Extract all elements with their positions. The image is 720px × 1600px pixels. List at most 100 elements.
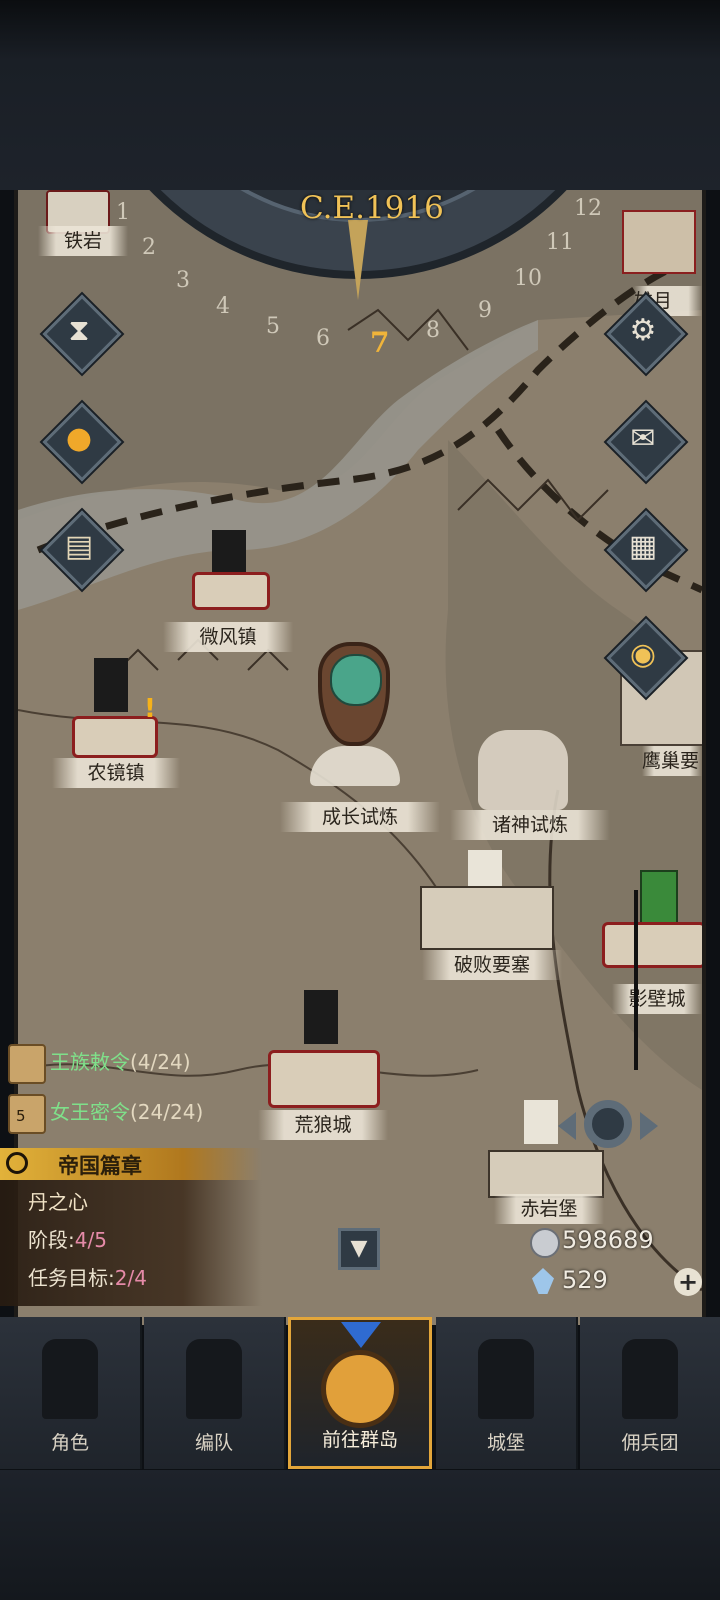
scroll-map-button[interactable]: ▤ bbox=[42, 510, 122, 590]
hourglass-icon: ⧗ bbox=[68, 313, 90, 348]
tab-go-to-islands[interactable]: 前往群岛 bbox=[288, 1317, 432, 1469]
tab-label: 角色 bbox=[50, 1432, 89, 1454]
calendar-month-12: 12 bbox=[574, 196, 602, 221]
town-building-icon bbox=[192, 572, 270, 610]
locate-button[interactable] bbox=[556, 1096, 660, 1164]
calendar-month-4: 4 bbox=[216, 294, 230, 319]
islands-globe-icon bbox=[321, 1350, 399, 1428]
town-weifeng-icon[interactable] bbox=[186, 530, 270, 610]
town-huanglang-icon[interactable] bbox=[268, 990, 380, 1110]
black-banner-icon bbox=[94, 658, 128, 712]
quest-name: 女王密令 bbox=[50, 1100, 130, 1124]
castle-icon bbox=[478, 1339, 534, 1419]
goal-label: 任务目标: bbox=[28, 1266, 115, 1290]
scroll-map-icon: ▤ bbox=[64, 529, 94, 564]
calendar-era: C.E.1916 bbox=[300, 190, 444, 226]
quest-name: 王族敕令 bbox=[50, 1050, 130, 1074]
quest-text: 王族敕令(4/24) bbox=[50, 1042, 191, 1082]
town-label-yingbi[interactable]: 影壁城 bbox=[612, 984, 702, 1014]
quest-count: (24/24) bbox=[130, 1100, 204, 1124]
money-bag-icon: ● bbox=[65, 421, 93, 456]
chapter-goal: 任务目标:2/4 bbox=[28, 1262, 147, 1291]
silver-coin-icon bbox=[530, 1228, 560, 1258]
town-label-growth-trial[interactable]: 成长试炼 bbox=[280, 802, 440, 832]
tab-formation[interactable]: 编队 bbox=[144, 1317, 286, 1469]
tab-mercenaries[interactable]: 佣兵团 bbox=[580, 1317, 720, 1469]
quest-text: 女王密令(24/24) bbox=[50, 1092, 203, 1132]
town-yingbi-icon[interactable] bbox=[602, 870, 702, 970]
calendar-month-3: 3 bbox=[176, 268, 190, 293]
coin-button[interactable]: ◉ bbox=[606, 618, 686, 698]
town-label-chiyan[interactable]: 赤岩堡 bbox=[494, 1194, 604, 1224]
mail-button[interactable]: ✉ bbox=[606, 402, 686, 482]
plus-icon: + bbox=[677, 1268, 699, 1296]
add-crystal-button[interactable]: + bbox=[674, 1268, 702, 1296]
coin-icon: ◉ bbox=[629, 637, 657, 672]
chapter-title: 丹之心 bbox=[28, 1190, 88, 1214]
quest-queen-secret[interactable]: 5 女王密令(24/24) bbox=[0, 1092, 240, 1134]
helmet-icon bbox=[330, 654, 382, 706]
collapse-panel-button[interactable]: ▼ bbox=[338, 1228, 380, 1270]
top-status-bar bbox=[0, 0, 720, 190]
knight-icon bbox=[42, 1339, 98, 1419]
town-label-nongjing[interactable]: 农镜镇 bbox=[52, 758, 180, 788]
quest-royal-decree[interactable]: 王族敕令(4/24) bbox=[0, 1042, 230, 1084]
tab-castle[interactable]: 城堡 bbox=[436, 1317, 578, 1469]
compass-icon bbox=[584, 1100, 632, 1148]
calendar-month-11: 11 bbox=[546, 230, 574, 255]
arrow-left-icon bbox=[558, 1112, 576, 1140]
town-label-huanglang[interactable]: 荒狼城 bbox=[258, 1110, 388, 1140]
path-line bbox=[634, 890, 638, 1070]
mail-icon: ✉ bbox=[630, 421, 656, 456]
calendar-month-10: 10 bbox=[514, 266, 542, 291]
tab-label: 城堡 bbox=[486, 1432, 525, 1454]
armor-icon bbox=[186, 1339, 242, 1419]
empire-chapter-panel[interactable]: 帝国篇章 丹之心 阶段:4/5 任务目标:2/4 bbox=[0, 1148, 262, 1306]
white-banner-icon bbox=[468, 850, 502, 890]
goal-value: 2/4 bbox=[114, 1266, 147, 1290]
chapter-stage: 阶段:4/5 bbox=[28, 1224, 107, 1253]
empire-chapter-header[interactable]: 帝国篇章 bbox=[0, 1148, 262, 1180]
empire-chapter-title: 帝国篇章 bbox=[58, 1154, 142, 1178]
gods-trial-icon[interactable] bbox=[478, 730, 568, 810]
scroll-icon bbox=[8, 1094, 46, 1134]
town-building-icon bbox=[602, 922, 702, 968]
tab-label: 佣兵团 bbox=[621, 1432, 679, 1454]
tab-character[interactable]: 角色 bbox=[0, 1317, 142, 1469]
stage-label: 阶段: bbox=[28, 1228, 75, 1252]
chevron-down-icon: ▼ bbox=[350, 1236, 368, 1261]
town-xiongyue-icon[interactable] bbox=[622, 210, 696, 274]
grid-button[interactable]: ▦ bbox=[606, 510, 686, 590]
forest-icon bbox=[310, 746, 400, 786]
town-label-weifeng[interactable]: 微风镇 bbox=[163, 622, 293, 652]
arrow-right-icon bbox=[640, 1112, 658, 1140]
crystal-amount: 529 bbox=[562, 1266, 608, 1294]
scroll-icon bbox=[8, 1044, 46, 1084]
white-banner-icon bbox=[524, 1100, 558, 1144]
calendar-month-8: 8 bbox=[426, 318, 440, 343]
calendar-month-7: 7 bbox=[370, 326, 390, 359]
black-banner-icon bbox=[304, 990, 338, 1044]
town-label-ruined-fortress[interactable]: 破败要塞 bbox=[422, 950, 562, 980]
ruined-fortress-icon[interactable] bbox=[420, 850, 554, 950]
green-banner-icon bbox=[640, 870, 678, 924]
settings-button[interactable]: ⚙ bbox=[606, 294, 686, 374]
town-label-yingchao[interactable]: 鹰巢要 bbox=[642, 746, 702, 776]
silver-amount: 598689 bbox=[562, 1226, 654, 1254]
bottom-system-bar bbox=[0, 1470, 720, 1600]
pin-icon bbox=[318, 642, 390, 746]
hourglass-button[interactable]: ⧗ bbox=[42, 294, 122, 374]
town-label-tieyan[interactable]: 铁岩 bbox=[38, 226, 128, 256]
search-icon bbox=[6, 1152, 28, 1174]
town-nongjing-icon[interactable]: ! bbox=[68, 658, 168, 758]
town-building-icon bbox=[268, 1050, 380, 1108]
growth-trial-marker-icon[interactable] bbox=[310, 642, 400, 792]
calendar-month-5: 5 bbox=[266, 314, 280, 339]
town-label-gods-trial[interactable]: 诸神试炼 bbox=[450, 810, 610, 840]
money-bag-button[interactable]: ● bbox=[42, 402, 122, 482]
calendar-month-1: 1 bbox=[116, 200, 130, 225]
stage-value: 4/5 bbox=[74, 1228, 107, 1252]
quest-badge: 5 bbox=[16, 1107, 26, 1125]
quest-count: (4/24) bbox=[130, 1050, 191, 1074]
chevron-down-icon bbox=[341, 1322, 381, 1348]
